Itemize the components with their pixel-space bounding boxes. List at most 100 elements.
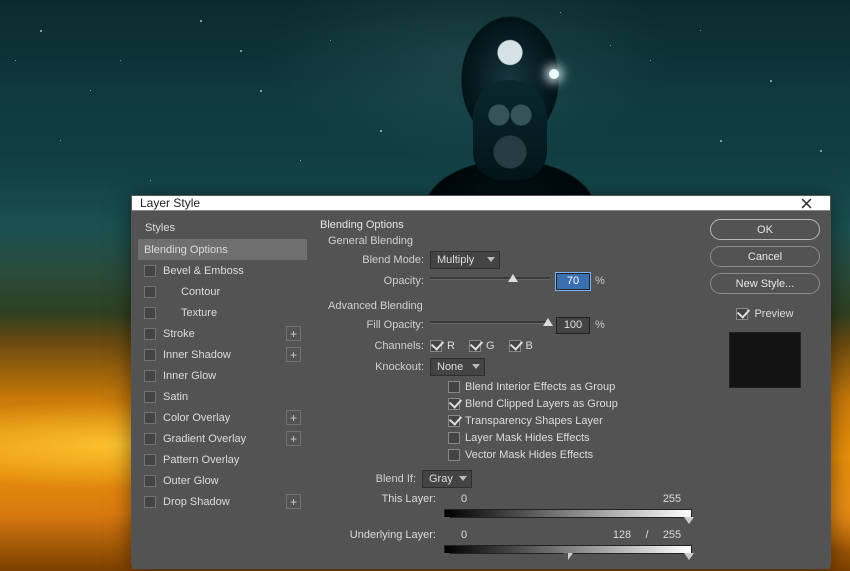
fill-opacity-input[interactable]: 100 xyxy=(556,317,590,334)
style-item-drop-shadow[interactable]: Drop Shadow+ xyxy=(138,491,307,512)
channel-r[interactable]: R xyxy=(430,340,455,352)
opacity-pct: % xyxy=(595,275,605,287)
add-effect-button[interactable]: + xyxy=(286,347,301,362)
style-checkbox[interactable] xyxy=(144,328,156,340)
close-icon xyxy=(801,198,812,209)
adv-checkbox[interactable] xyxy=(448,415,460,427)
chevron-down-icon xyxy=(487,257,495,262)
style-label: Pattern Overlay xyxy=(163,454,301,466)
blend-mode-select[interactable]: Multiply xyxy=(430,251,500,269)
style-label: Stroke xyxy=(163,328,286,340)
adv-checkbox[interactable] xyxy=(448,381,460,393)
new-style-button[interactable]: New Style... xyxy=(710,273,820,294)
underlying-lo: 0 xyxy=(444,529,484,541)
style-item-satin[interactable]: Satin xyxy=(138,386,307,407)
preview-swatch xyxy=(729,332,801,388)
layer-style-dialog: Layer Style Styles Blending Options Bevel… xyxy=(131,195,831,565)
panel-title: Blending Options xyxy=(320,219,692,231)
dialog-title: Layer Style xyxy=(140,196,200,210)
style-item-blending-options[interactable]: Blending Options xyxy=(138,239,307,260)
channels-label: Channels: xyxy=(336,340,424,352)
cancel-button[interactable]: Cancel xyxy=(710,246,820,267)
styles-header[interactable]: Styles xyxy=(138,217,307,239)
style-item-outer-glow[interactable]: Outer Glow xyxy=(138,470,307,491)
adv-label: Blend Interior Effects as Group xyxy=(465,381,615,393)
style-item-texture[interactable]: Texture xyxy=(138,302,307,323)
adv-checkbox[interactable] xyxy=(448,398,460,410)
underlying-hi: 255 xyxy=(652,529,692,541)
blendif-select[interactable]: Gray xyxy=(422,470,472,488)
style-checkbox[interactable] xyxy=(144,433,156,445)
style-checkbox[interactable] xyxy=(144,286,156,298)
preview-label: Preview xyxy=(754,308,793,320)
dialog-actions: OK Cancel New Style... Preview xyxy=(700,211,830,569)
style-checkbox[interactable] xyxy=(144,265,156,277)
style-item-inner-shadow[interactable]: Inner Shadow+ xyxy=(138,344,307,365)
style-label: Satin xyxy=(163,391,301,403)
style-item-contour[interactable]: Contour xyxy=(138,281,307,302)
subject-silhouette xyxy=(395,0,625,210)
underlying-mid: 128 xyxy=(602,529,642,541)
blend-mode-value: Multiply xyxy=(437,254,474,266)
style-label: Drop Shadow xyxy=(163,496,286,508)
opacity-slider[interactable] xyxy=(430,275,550,287)
style-checkbox[interactable] xyxy=(144,496,156,508)
preview-checkbox[interactable] xyxy=(736,308,748,320)
adv-label: Blend Clipped Layers as Group xyxy=(465,398,618,410)
close-button[interactable] xyxy=(790,196,822,210)
fill-opacity-label: Fill Opacity: xyxy=(336,319,424,331)
add-effect-button[interactable]: + xyxy=(286,410,301,425)
adv-option[interactable]: Blend Clipped Layers as Group xyxy=(448,396,692,411)
style-label: Texture xyxy=(181,307,301,319)
fill-opacity-slider[interactable] xyxy=(430,319,550,331)
style-item-bevel-emboss[interactable]: Bevel & Emboss xyxy=(138,260,307,281)
style-label: Color Overlay xyxy=(163,412,286,424)
underlying-label: Underlying Layer: xyxy=(336,529,436,541)
style-label: Outer Glow xyxy=(163,475,301,487)
style-checkbox[interactable] xyxy=(144,349,156,361)
opacity-input[interactable]: 70 xyxy=(556,273,590,290)
add-effect-button[interactable]: + xyxy=(286,431,301,446)
ok-button[interactable]: OK xyxy=(710,219,820,240)
this-layer-slider[interactable] xyxy=(444,509,692,521)
style-label: Blending Options xyxy=(144,244,301,256)
adv-option[interactable]: Blend Interior Effects as Group xyxy=(448,379,692,394)
style-checkbox[interactable] xyxy=(144,454,156,466)
add-effect-button[interactable]: + xyxy=(286,494,301,509)
channel-b[interactable]: B xyxy=(509,340,533,352)
style-item-stroke[interactable]: Stroke+ xyxy=(138,323,307,344)
style-checkbox[interactable] xyxy=(144,307,156,319)
opacity-label: Opacity: xyxy=(336,275,424,287)
style-label: Inner Shadow xyxy=(163,349,286,361)
dialog-titlebar[interactable]: Layer Style xyxy=(132,196,830,211)
knockout-select[interactable]: None xyxy=(430,358,485,376)
style-item-inner-glow[interactable]: Inner Glow xyxy=(138,365,307,386)
adv-option[interactable]: Layer Mask Hides Effects xyxy=(448,430,692,445)
adv-option[interactable]: Vector Mask Hides Effects xyxy=(448,447,692,462)
style-label: Bevel & Emboss xyxy=(163,265,301,277)
style-checkbox[interactable] xyxy=(144,412,156,424)
adv-option[interactable]: Transparency Shapes Layer xyxy=(448,413,692,428)
style-checkbox[interactable] xyxy=(144,391,156,403)
style-label: Contour xyxy=(181,286,301,298)
this-layer-hi: 255 xyxy=(652,493,692,505)
chevron-down-icon xyxy=(459,476,467,481)
style-checkbox[interactable] xyxy=(144,370,156,382)
underlying-slider[interactable] xyxy=(444,545,692,557)
style-item-color-overlay[interactable]: Color Overlay+ xyxy=(138,407,307,428)
underlying-sep: / xyxy=(642,529,652,541)
preview-toggle[interactable]: Preview xyxy=(736,308,793,320)
blend-mode-label: Blend Mode: xyxy=(336,254,424,266)
style-checkbox[interactable] xyxy=(144,475,156,487)
adv-label: Transparency Shapes Layer xyxy=(465,415,603,427)
add-effect-button[interactable]: + xyxy=(286,326,301,341)
channel-g[interactable]: G xyxy=(469,340,495,352)
style-item-gradient-overlay[interactable]: Gradient Overlay+ xyxy=(138,428,307,449)
adv-checkbox[interactable] xyxy=(448,432,460,444)
blending-panel: Blending Options General Blending Blend … xyxy=(312,211,700,569)
style-item-pattern-overlay[interactable]: Pattern Overlay xyxy=(138,449,307,470)
style-label: Inner Glow xyxy=(163,370,301,382)
chevron-down-icon xyxy=(472,364,480,369)
adv-checkbox[interactable] xyxy=(448,449,460,461)
style-label: Gradient Overlay xyxy=(163,433,286,445)
